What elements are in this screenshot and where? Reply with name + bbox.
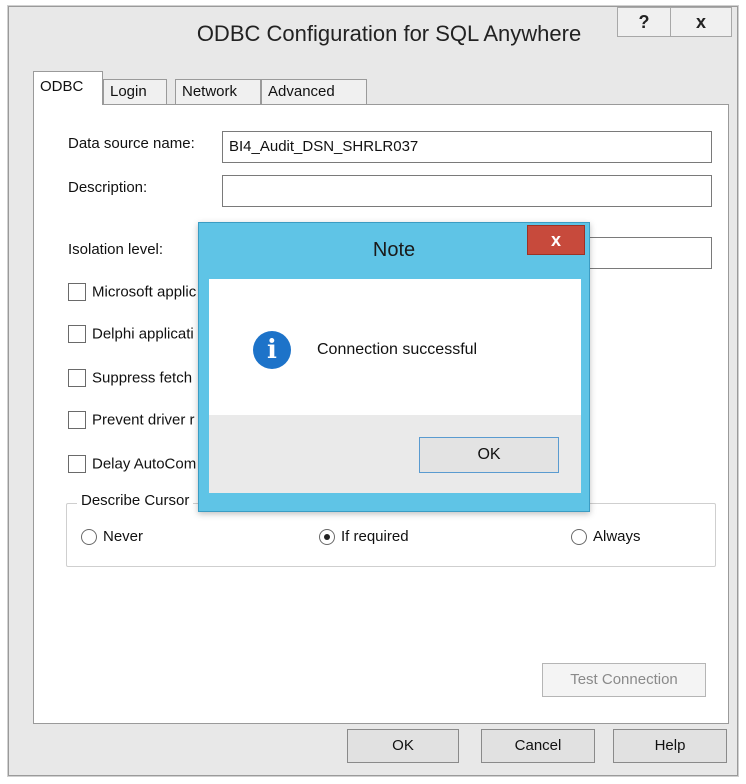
- checkbox-row[interactable]: Suppress fetch: [68, 369, 193, 388]
- checkbox-row[interactable]: Delphi applicati: [68, 325, 194, 344]
- checkbox[interactable]: [68, 369, 86, 388]
- checkbox[interactable]: [68, 455, 86, 474]
- checkbox[interactable]: [68, 283, 86, 302]
- checkbox-label: Microsoft applic: [92, 283, 197, 301]
- note-dialog: Note x i Connection successful OK: [198, 222, 590, 512]
- radio-label: Never: [103, 528, 144, 545]
- dsn-field[interactable]: BI4_Audit_DSN_SHRLR037: [222, 131, 712, 163]
- help-button[interactable]: Help: [613, 729, 727, 763]
- checkbox-label: Prevent driver r: [92, 411, 195, 429]
- note-message: Connection successful: [317, 341, 478, 358]
- tab-login[interactable]: Login: [103, 79, 167, 105]
- checkbox[interactable]: [68, 325, 86, 344]
- close-title-button[interactable]: x: [670, 7, 732, 37]
- describe-cursor-title: Describe Cursor: [77, 492, 194, 509]
- checkbox-label: Delphi applicati: [92, 325, 194, 343]
- window-title: ODBC Configuration for SQL Anywhere: [196, 21, 582, 46]
- tab-network[interactable]: Network: [175, 79, 261, 105]
- ok-button[interactable]: OK: [347, 729, 459, 763]
- note-close-button[interactable]: x: [527, 225, 585, 255]
- test-connection-button[interactable]: Test Connection: [542, 663, 706, 697]
- note-body: i Connection successful: [209, 279, 581, 415]
- checkbox-row[interactable]: Prevent driver r: [68, 411, 195, 430]
- checkbox-row[interactable]: Microsoft applic: [68, 283, 197, 302]
- title-bar: ODBC Configuration for SQL Anywhere ? x: [9, 7, 737, 59]
- isolation-level-label: Isolation level:: [68, 241, 164, 258]
- radio-button[interactable]: [81, 529, 97, 546]
- checkbox-label: Suppress fetch: [92, 369, 193, 387]
- radio-if-required[interactable]: If required: [319, 528, 409, 546]
- note-ok-button[interactable]: OK: [419, 437, 559, 473]
- tab-advanced[interactable]: Advanced: [261, 79, 367, 105]
- radio-label: If required: [341, 528, 409, 545]
- describe-cursor-group: Describe Cursor Never If required Always: [66, 492, 716, 567]
- cancel-button[interactable]: Cancel: [481, 729, 595, 763]
- checkbox-row[interactable]: Delay AutoCom: [68, 455, 197, 474]
- description-label: Description:: [68, 179, 148, 196]
- checkbox-label: Delay AutoCom: [92, 455, 197, 473]
- dsn-label: Data source name:: [68, 135, 195, 152]
- radio-button-selected[interactable]: [319, 529, 335, 546]
- info-icon: i: [253, 331, 291, 369]
- description-field[interactable]: [222, 175, 712, 207]
- radio-button[interactable]: [571, 529, 587, 546]
- tab-odbc[interactable]: ODBC: [33, 71, 103, 105]
- radio-always[interactable]: Always: [571, 528, 641, 546]
- note-footer: OK: [209, 415, 581, 493]
- checkbox[interactable]: [68, 411, 86, 430]
- radio-label: Always: [593, 528, 641, 545]
- help-title-button[interactable]: ?: [617, 7, 671, 37]
- radio-never[interactable]: Never: [81, 528, 144, 546]
